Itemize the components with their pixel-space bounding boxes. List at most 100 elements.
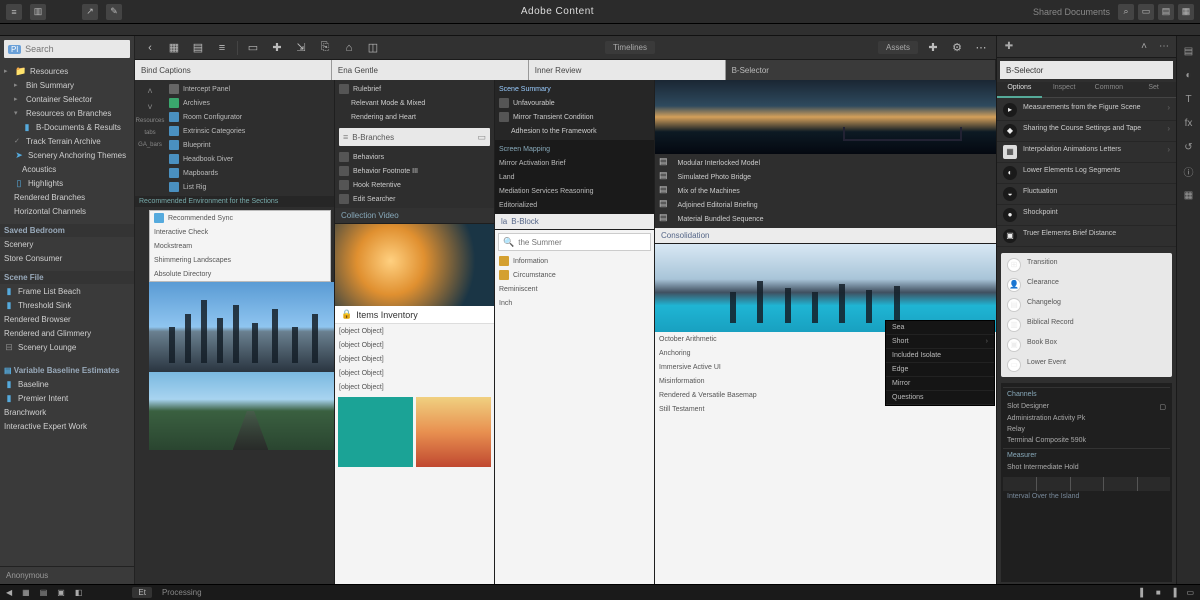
list-item[interactable]: Recommended Sync [150,211,330,225]
list-item[interactable]: Hook Retentive [335,178,494,192]
more-icon[interactable]: ⋯ [972,39,990,57]
sidebar-item[interactable]: Rendered Branches [0,190,134,204]
floating-row[interactable]: Sea [886,321,994,335]
panel-row[interactable]: 👤Clearance [1001,275,1172,295]
dark-row[interactable]: Relay [1003,424,1170,435]
list-item[interactable]: Intercept Panel [165,82,334,96]
sidebar-item[interactable]: ⊟Scenery Lounge [0,340,134,354]
list-item[interactable]: [object Object] [335,338,494,352]
thumbnail-waterfront-skyline[interactable] [655,244,996,332]
sidebar-item[interactable]: ▮Premier Intent [0,391,134,405]
status-split-icon[interactable]: ◧ [75,588,83,597]
list-item[interactable]: Adjoined Editorial Briefing [674,198,992,212]
up-icon[interactable]: ˄ [1136,39,1152,55]
floating-row[interactable]: Short› [886,335,994,349]
list-item[interactable]: Absolute Directory [150,267,330,281]
list-item[interactable]: Reminiscent [495,282,654,296]
list-item[interactable]: [object Object] [335,352,494,366]
panel-row[interactable]: ▣Truer Elements Brief Distance [997,226,1176,247]
copy-icon[interactable]: ⎘ [316,39,334,57]
list-item[interactable]: Mix of the Machines [674,184,992,198]
dark-row[interactable]: Slot Designer▢ [1003,401,1170,413]
swatch-icon[interactable]: ▦ [1180,186,1198,204]
panel-row[interactable]: ▸Measurements from the Figure Scene› [997,100,1176,121]
floating-row[interactable]: Edge [886,363,994,377]
floating-row[interactable]: Questions [886,391,994,405]
status-stop-icon[interactable]: ■ [1156,588,1161,597]
panel-row[interactable]: ▦Interpolation Animations Letters› [997,142,1176,163]
sidebar-item[interactable]: ▸Bin Summary [0,78,134,92]
list-item[interactable]: Mirror Transient Condition [495,110,654,124]
list-item[interactable]: Land [495,170,654,184]
status-panel-icon[interactable]: ▤ [40,588,48,597]
sidebar-item[interactable]: ▾Resources on Branches [0,106,134,120]
thumbnail-highway[interactable] [149,372,335,450]
fx-icon[interactable]: fx [1180,114,1198,132]
search-input[interactable] [518,238,646,247]
menu-icon[interactable]: ⋯ [1156,39,1172,55]
list-item[interactable]: Material Bundled Sequence [674,212,992,226]
list-item[interactable]: Rendering and Heart [335,110,494,124]
list-item[interactable]: Unfavourable [495,96,654,110]
sidebar-item[interactable]: ▮Baseline [0,377,134,391]
panel-tab[interactable]: Common [1087,82,1132,98]
sidebar-item[interactable]: ▮Threshold Sink [0,298,134,312]
thumbnail-teal[interactable] [338,397,413,467]
status-grid-icon[interactable]: ▦ [22,588,30,597]
nav-up-icon[interactable]: ˄ [147,86,152,96]
list-item[interactable]: Circumstance [495,268,654,282]
panel-row[interactable]: ◐Lower Elements Log Segments [997,163,1176,184]
sidebar-item[interactable]: ▯Highlights [0,176,134,190]
sidebar-item[interactable]: ▸Container Selector [0,92,134,106]
layers-icon[interactable]: ▤ [1180,42,1198,60]
list-item[interactable]: Archives [165,96,334,110]
new-icon[interactable]: ✚ [268,39,286,57]
list-item[interactable]: List Rig [165,180,334,194]
list-item[interactable]: Mirror Activation Brief [495,156,654,170]
add-icon[interactable]: ✚ [924,39,942,57]
panel-row[interactable]: ◆Sharing the Course Settings and Tape› [997,121,1176,142]
search-icon[interactable]: ⌕ [1118,4,1134,20]
list-item[interactable]: Mockstream [150,239,330,253]
status-bar-icon[interactable]: ▌ [1140,588,1146,597]
dark-row[interactable]: Terminal Composite 590k [1003,435,1170,446]
list-item[interactable]: Behaviors [335,150,494,164]
sidebar-item[interactable]: Interactive Expert Work [0,419,134,433]
close-icon[interactable]: ▭ [477,132,486,143]
layout-icon[interactable]: ▥ [30,4,46,20]
sidebar-item[interactable]: ➤Scenery Anchoring Themes [0,148,134,162]
list-view-icon[interactable]: ≡ [213,39,231,57]
status-rect-icon[interactable]: ▭ [1186,588,1194,597]
search-field[interactable]: 🔍 [498,233,651,251]
menu-icon[interactable]: ≡ [6,4,22,20]
list-item[interactable]: Mediation Services Reasoning [495,184,654,198]
list-item[interactable]: Extrinsic Categories [165,124,334,138]
sidebar-item[interactable]: Branchwork [0,405,134,419]
panel-row[interactable]: ⊞Transition [1001,255,1172,275]
tab[interactable]: Bind Captions [135,60,332,80]
back-icon[interactable]: ‹ [141,39,159,57]
card-view-icon[interactable]: ▤ [189,39,207,57]
list-item[interactable]: Relevant Mode & Mixed [335,96,494,110]
branch-field[interactable]: ≡ B-Branches ▭ [339,128,490,146]
thumbnail-sunset[interactable] [416,397,491,467]
list-item[interactable]: Adhesion to the Framework [495,124,654,138]
dark-row[interactable]: Shot Intermediate Hold [1003,462,1170,473]
status-bar2-icon[interactable]: ▐ [1171,588,1177,597]
link-icon[interactable]: ⇲ [292,39,310,57]
list-item[interactable]: Edit Searcher [335,192,494,206]
tab[interactable]: Inner Review [529,60,726,80]
thumbnail-city-skyline[interactable] [149,282,335,372]
window-icon[interactable]: ▭ [1138,4,1154,20]
tab[interactable]: B-Selector [726,60,996,80]
tag-icon[interactable]: ⌂ [340,39,358,57]
panel-tab[interactable]: Inspect [1042,82,1087,98]
list-item[interactable]: Inch [495,296,654,310]
nav-down-icon[interactable]: ˅ [147,102,152,112]
panel-row[interactable]: ▣Book Box [1001,335,1172,355]
grid-icon[interactable]: ▦ [1178,4,1194,20]
type-icon[interactable]: T [1180,90,1198,108]
add-icon[interactable]: ✚ [1001,39,1017,55]
sidebar-item[interactable]: Rendered Browser [0,312,134,326]
tab[interactable]: Ena Gentle [332,60,529,80]
